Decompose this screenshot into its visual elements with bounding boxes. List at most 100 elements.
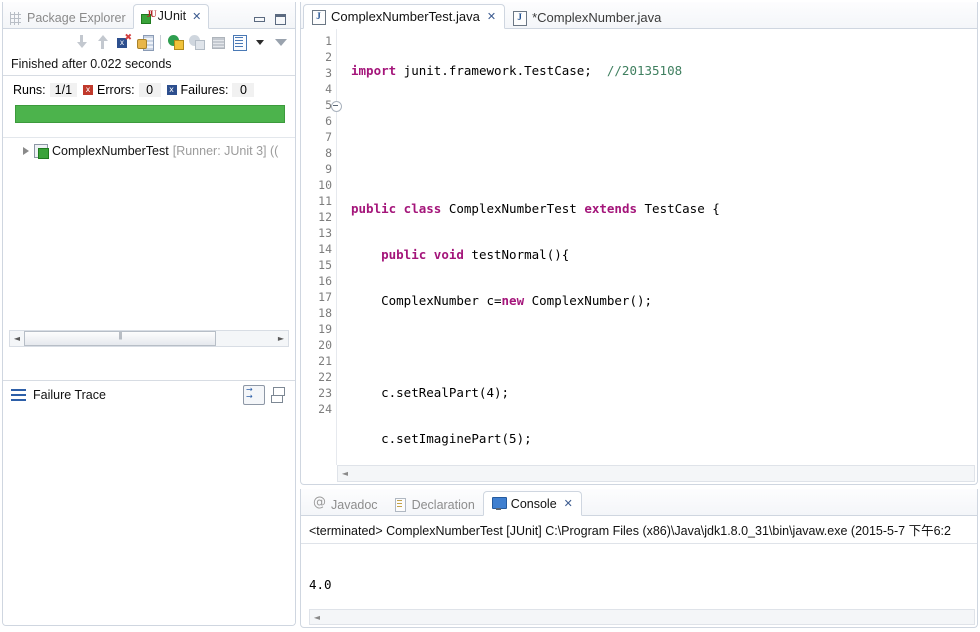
line-number: 5 — [301, 97, 342, 113]
runs-value: 1/1 — [49, 83, 78, 97]
console-output[interactable]: 4.0 4.0+5.0i 7.0 -2.0i 47.0 -13.0i — [301, 544, 977, 609]
junit-counters: Runs: 1/1 x Errors: 0 x Failures: 0 — [3, 76, 295, 103]
errors-label: Errors: — [97, 83, 135, 97]
tab-complexnumber-java-label: *ComplexNumber.java — [532, 10, 662, 25]
maximize-view-button[interactable] — [274, 14, 287, 25]
test-run-history-button[interactable] — [231, 34, 247, 51]
console-icon — [491, 497, 507, 510]
code-line-8: c.setRealPart(4); — [351, 385, 510, 400]
tab-package-explorer[interactable]: Package Explorer — [3, 7, 133, 29]
tab-junit[interactable]: JUnit ✕ — [132, 4, 210, 29]
code-line-1: import junit.framework.TestCase; //20135… — [351, 63, 683, 78]
tab-console-label: Console — [510, 496, 557, 511]
tab-complexnumbertest-java[interactable]: ComplexNumberTest.java ✕ — [303, 4, 506, 29]
line-number: 22 — [318, 370, 332, 384]
rerun-test-button[interactable] — [168, 34, 184, 50]
line-number: 20 — [318, 338, 332, 352]
line-number: 17 — [318, 290, 332, 304]
line-number: 8 — [325, 146, 332, 160]
chevron-down-icon[interactable] — [252, 34, 268, 50]
minimize-view-button[interactable] — [253, 14, 266, 25]
console-status-line: <terminated> ComplexNumberTest [JUnit] C… — [301, 516, 977, 544]
code-line-6: ComplexNumber c=new ComplexNumber(); — [351, 293, 653, 308]
close-icon[interactable]: ✕ — [564, 497, 573, 510]
line-number: 21 — [318, 354, 332, 368]
next-failed-test-button[interactable] — [74, 34, 90, 50]
scroll-left-arrow-icon[interactable]: ◄ — [310, 613, 324, 622]
tree-horizontal-scrollbar[interactable]: ◄ ► — [9, 330, 289, 347]
line-number: 3 — [325, 66, 332, 80]
line-number: 14 — [318, 242, 332, 256]
failure-trace-bar: Failure Trace — [3, 380, 295, 409]
code-line-4: public class ComplexNumberTest extends T… — [351, 201, 720, 216]
maximize-minimize-button[interactable] — [269, 386, 289, 404]
line-number: 7 — [325, 130, 332, 144]
line-number: 18 — [318, 306, 332, 320]
test-tree-item-meta: [Runner: JUnit 3] (( — [172, 144, 279, 158]
tab-complexnumbertest-java-label: ComplexNumberTest.java — [331, 9, 480, 24]
test-tree-item-label: ComplexNumberTest — [52, 144, 169, 158]
show-failures-only-button[interactable] — [116, 33, 132, 50]
line-number: 11 — [318, 194, 332, 208]
scroll-left-arrow-icon[interactable]: ◄ — [10, 334, 24, 343]
right-panel: ComplexNumberTest.java ✕ *ComplexNumber.… — [300, 0, 980, 632]
failure-trace-content — [3, 408, 295, 625]
toolbar-separator — [160, 35, 161, 49]
failure-trace-tools — [243, 385, 289, 405]
tab-junit-label: JUnit — [157, 9, 187, 24]
code-text[interactable]: import junit.framework.TestCase; //20135… — [337, 29, 977, 465]
tab-console[interactable]: Console ✕ — [482, 491, 582, 516]
line-number-gutter: 1 2 3 4 5 6 7 8 9 10 11 12 13 14 15 16 1 — [301, 29, 342, 465]
stop-test-run-button[interactable] — [210, 34, 226, 50]
console-tabbar: Javadoc Declaration Console ✕ — [301, 489, 977, 516]
scroll-lock-button[interactable] — [137, 34, 154, 51]
junit-view-tabbar: Package Explorer JUnit ✕ — [3, 2, 295, 29]
failures-label: Failures: — [180, 83, 229, 97]
junit-status-text: Finished after 0.022 seconds — [3, 55, 295, 76]
scroll-thumb[interactable] — [24, 331, 216, 346]
tab-declaration-label: Declaration — [411, 497, 475, 512]
rerun-failed-tests-button[interactable] — [189, 34, 205, 50]
close-icon[interactable]: ✕ — [487, 10, 496, 23]
test-class-icon — [34, 144, 49, 159]
code-area[interactable]: 1 2 3 4 5 6 7 8 9 10 11 12 13 14 15 16 1 — [301, 29, 977, 465]
tab-complexnumber-java[interactable]: *ComplexNumber.java — [505, 6, 669, 29]
fold-collapse-icon[interactable] — [331, 101, 342, 112]
view-menu-button[interactable] — [273, 34, 289, 50]
errors-counter: x Errors: 0 — [83, 83, 161, 97]
scroll-right-arrow-icon[interactable]: ► — [274, 334, 288, 343]
line-number: 6 — [325, 114, 332, 128]
console-horizontal-scrollbar[interactable]: ◄ — [309, 609, 975, 625]
failures-value: 0 — [232, 83, 255, 97]
line-number: 9 — [325, 162, 332, 176]
failure-trace-icon — [11, 389, 27, 401]
error-marker-icon: x — [83, 85, 94, 95]
console-view: Javadoc Declaration Console ✕ <terminate… — [300, 489, 978, 628]
left-panel: Package Explorer JUnit ✕ — [0, 0, 300, 632]
previous-failed-test-button[interactable] — [95, 34, 111, 50]
code-line-5: public void testNormal(){ — [381, 247, 570, 262]
java-file-icon — [513, 10, 528, 26]
line-number: 12 — [318, 210, 332, 224]
line-number: 1 — [325, 34, 332, 48]
line-number: 15 — [318, 258, 332, 272]
tab-package-explorer-label: Package Explorer — [27, 10, 126, 25]
junit-view: Package Explorer JUnit ✕ — [2, 2, 296, 626]
tab-javadoc-label: Javadoc — [331, 497, 378, 512]
view-window-buttons — [253, 14, 295, 28]
tab-declaration[interactable]: Declaration — [386, 493, 483, 516]
tab-javadoc[interactable]: Javadoc — [305, 493, 386, 516]
line-number: 2 — [325, 50, 332, 64]
test-tree-item[interactable]: ComplexNumberTest [Runner: JUnit 3] (( — [3, 142, 295, 160]
javadoc-icon — [313, 495, 326, 511]
failure-trace-title: Failure Trace — [33, 388, 106, 402]
console-output-line: 4.0 — [309, 577, 332, 592]
editor-horizontal-scrollbar[interactable]: ◄ — [337, 465, 975, 482]
errors-value: 0 — [138, 83, 161, 97]
scroll-left-arrow-icon[interactable]: ◄ — [338, 469, 352, 478]
chevron-right-icon[interactable] — [21, 146, 30, 156]
test-progress-bar — [15, 105, 285, 123]
close-icon[interactable]: ✕ — [192, 10, 201, 23]
stack-filter-button[interactable] — [243, 385, 265, 405]
